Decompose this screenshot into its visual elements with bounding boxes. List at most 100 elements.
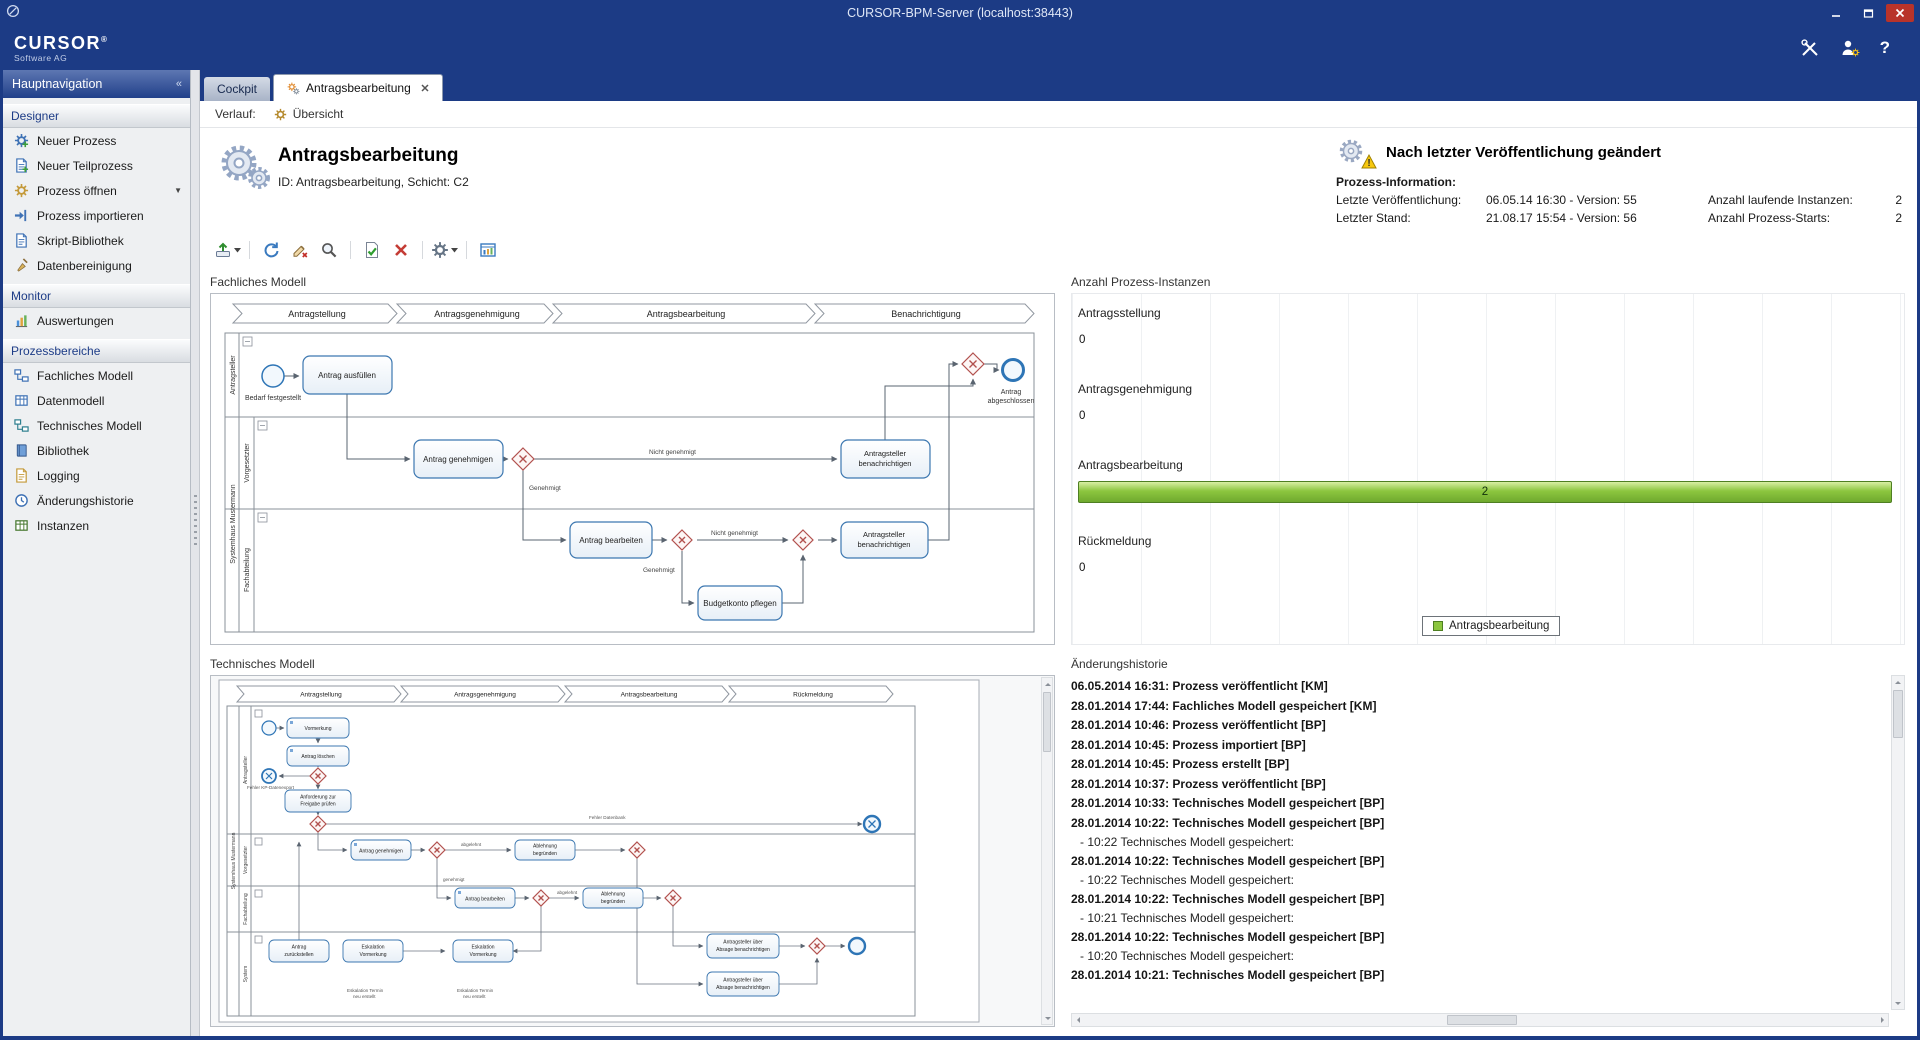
- overview-icon: [274, 108, 287, 121]
- history-entry[interactable]: 06.05.2014 16:31: Prozess veröffentlicht…: [1071, 677, 1887, 697]
- sidebar-item-neuer-teilprozess[interactable]: Neuer Teilprozess: [3, 153, 190, 178]
- bpmn-node[interactable]: Antragzurückstellen: [269, 940, 329, 962]
- svg-text:Systemhaus Mustermann: Systemhaus Mustermann: [230, 484, 237, 563]
- bpmn-end-event[interactable]: Antrag abgeschlossen: [988, 360, 1035, 406]
- sidebar-item-bibliothek[interactable]: Bibliothek: [3, 438, 190, 463]
- bpmn-node[interactable]: Antrag bearbeiten: [455, 888, 515, 908]
- bpmn-diagram-fachlich[interactable]: Antragstellung Antragsgenehmigung Antrag…: [211, 294, 1054, 644]
- sidebar-item-aenderungshistorie[interactable]: Änderungshistorie: [3, 488, 190, 513]
- bpmn-gateway[interactable]: [962, 353, 984, 375]
- breadcrumb-uebersicht[interactable]: Übersicht: [268, 105, 350, 123]
- history-entry[interactable]: 28.01.2014 10:46: Prozess veröffentlicht…: [1071, 716, 1887, 736]
- process-tab-icon: [287, 82, 300, 95]
- bpmn-node[interactable]: [262, 721, 276, 735]
- bpmn-gateway[interactable]: [512, 448, 534, 470]
- history-horizontal-scrollbar[interactable]: [1071, 1013, 1889, 1027]
- sidebar-item-logging[interactable]: Logging: [3, 463, 190, 488]
- bpmn-node[interactable]: Anforderung zurFreigabe prüfen: [285, 790, 351, 812]
- history-entry[interactable]: 28.01.2014 10:37: Prozess veröffentlicht…: [1071, 775, 1887, 795]
- bpmn-diagram-technisch[interactable]: Antragstellung Antragsgenehmigung Antrag…: [211, 676, 1054, 1026]
- chart-legend: Antragsbearbeitung: [1422, 616, 1560, 636]
- sidebar-item-neuer-prozess[interactable]: Neuer Prozess: [3, 128, 190, 153]
- sidebar-item-prozess-oeffnen[interactable]: Prozess öffnen▼: [3, 178, 190, 203]
- sidebar-item-datenmodell[interactable]: Datenmodell: [3, 388, 190, 413]
- svg-text:zurückstellen: zurückstellen: [284, 952, 313, 958]
- history-vertical-scrollbar[interactable]: [1891, 675, 1905, 1010]
- bpmn-node[interactable]: Ablehnungbegründen: [515, 840, 575, 860]
- fachliches-modell-panel[interactable]: Antragstellung Antragsgenehmigung Antrag…: [210, 293, 1055, 645]
- sidebar-item-datenbereinigung[interactable]: Datenbereinigung: [3, 253, 190, 278]
- history-entry[interactable]: 28.01.2014 10:21: Technisches Modell ges…: [1071, 966, 1887, 986]
- sidebar-section-prozessbereiche[interactable]: Prozessbereiche: [3, 339, 190, 363]
- sidebar-item-skript-bibliothek[interactable]: Skript-Bibliothek: [3, 228, 190, 253]
- edit-icon[interactable]: [287, 238, 313, 262]
- bpmn-node[interactable]: Vormerkung: [287, 718, 349, 738]
- sidebar-item-prozess-importieren[interactable]: Prozess importieren: [3, 203, 190, 228]
- bpmn-node[interactable]: Antragsteller überAbsage benachrichtigen: [707, 972, 779, 996]
- technisches-modell-panel[interactable]: Antragstellung Antragsgenehmigung Antrag…: [210, 675, 1055, 1027]
- bpmn-node[interactable]: Antragsteller überAbsage benachrichtigen: [707, 934, 779, 958]
- history-entry[interactable]: 28.01.2014 10:45: Prozess erstellt [BP]: [1071, 755, 1887, 775]
- validate-icon[interactable]: [359, 238, 385, 262]
- tab-close-icon[interactable]: [421, 84, 429, 92]
- history-entry[interactable]: 28.01.2014 17:44: Fachliches Modell gesp…: [1071, 697, 1887, 717]
- bpmn-node[interactable]: Antrag löschen: [287, 746, 349, 766]
- bpmn-gateway[interactable]: [793, 530, 813, 550]
- sidebar-section-monitor[interactable]: Monitor: [3, 284, 190, 308]
- tools-icon[interactable]: [1800, 38, 1820, 58]
- brand-bar: CURSOR® Software AG ?: [0, 26, 1920, 70]
- help-icon[interactable]: ?: [1880, 38, 1890, 58]
- maximize-button[interactable]: [1854, 4, 1882, 22]
- sidebar-item-instanzen[interactable]: Instanzen: [3, 513, 190, 538]
- tab-antragsbearbeitung[interactable]: Antragsbearbeitung: [273, 74, 443, 101]
- close-button[interactable]: [1886, 4, 1914, 22]
- bar-antragsbearbeitung[interactable]: 2: [1078, 481, 1892, 503]
- bpmn-task-antrag-bearbeiten[interactable]: Antrag bearbeiten: [570, 522, 652, 558]
- settings-icon[interactable]: [431, 238, 458, 262]
- sidebar-item-fachliches-modell[interactable]: Fachliches Modell: [3, 363, 190, 388]
- bpmn-task-antrag-genehmigen[interactable]: Antrag genehmigen: [414, 440, 503, 478]
- report-icon[interactable]: [475, 238, 501, 262]
- bpmn-end-event[interactable]: [849, 938, 865, 954]
- history-entry[interactable]: 28.01.2014 10:22: Technisches Modell ges…: [1071, 890, 1887, 910]
- sidebar-section-designer[interactable]: Designer: [3, 104, 190, 128]
- history-entry-detail: - 10:22 Technisches Modell gespeichert:: [1071, 871, 1887, 890]
- history-entry[interactable]: 28.01.2014 10:33: Technisches Modell ges…: [1071, 794, 1887, 814]
- chevron-down-icon[interactable]: ▼: [174, 186, 182, 195]
- delete-icon[interactable]: [388, 238, 414, 262]
- bpmn-task-budgetkonto-pflegen[interactable]: Budgetkonto pflegen: [698, 586, 782, 620]
- refresh-icon[interactable]: [258, 238, 284, 262]
- sidebar-item-auswertungen[interactable]: Auswertungen: [3, 308, 190, 333]
- svg-text:Antrag: Antrag: [292, 945, 307, 951]
- sidebar-item-label: Neuer Prozess: [37, 134, 116, 148]
- svg-text:benachrichtigen: benachrichtigen: [859, 459, 912, 468]
- publish-icon[interactable]: [214, 238, 241, 262]
- bpmn-node[interactable]: EskalationVormerkung: [453, 940, 513, 962]
- history-entry[interactable]: 28.01.2014 10:45: Prozess importiert [BP…: [1071, 736, 1887, 756]
- collapse-sidebar-button[interactable]: «: [176, 78, 181, 90]
- chart-category-label: Antragsgenehmigung: [1078, 382, 1892, 396]
- bpmn-error-end-event[interactable]: [864, 816, 880, 832]
- bpmn-node[interactable]: Antrag genehmigen: [351, 840, 411, 860]
- minimize-button[interactable]: [1822, 4, 1850, 22]
- history-entry[interactable]: 28.01.2014 10:22: Technisches Modell ges…: [1071, 928, 1887, 948]
- change-history-list[interactable]: 06.05.2014 16:31: Prozess veröffentlicht…: [1071, 677, 1887, 1009]
- sidebar-splitter[interactable]: [191, 70, 200, 1036]
- sidebar-item-technisches-modell[interactable]: Technisches Modell: [3, 413, 190, 438]
- sidebar: Hauptnavigation « Designer Neuer Prozess…: [3, 70, 191, 1036]
- bpmn-gateway[interactable]: [672, 530, 692, 550]
- bpmn-task-antragsteller-benachrichtigen-2[interactable]: Antragsteller benachrichtigen: [841, 522, 928, 558]
- bpmn-task-antragsteller-benachrichtigen-1[interactable]: Antragsteller benachrichtigen: [841, 440, 930, 478]
- bpmn-node[interactable]: EskalationVormerkung: [343, 940, 403, 962]
- user-settings-icon[interactable]: [1840, 38, 1860, 58]
- preview-icon[interactable]: [316, 238, 342, 262]
- process-toolbar: [200, 235, 1917, 265]
- tech-panel-scrollbar[interactable]: [1041, 677, 1053, 1025]
- history-entry[interactable]: 28.01.2014 10:22: Technisches Modell ges…: [1071, 814, 1887, 834]
- history-entry[interactable]: 28.01.2014 10:22: Technisches Modell ges…: [1071, 852, 1887, 872]
- sidebar-item-label: Neuer Teilprozess: [37, 159, 133, 173]
- bpmn-start-event[interactable]: Bedarf festgestellt: [245, 365, 301, 402]
- bpmn-task-antrag-ausfuellen[interactable]: Antrag ausfüllen: [303, 356, 392, 394]
- tab-cockpit[interactable]: Cockpit: [204, 77, 270, 101]
- bpmn-node[interactable]: Ablehnungbegründen: [583, 888, 643, 908]
